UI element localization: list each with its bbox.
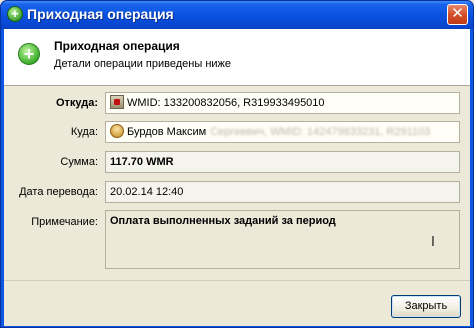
to-name: Бурдов Максим: [127, 126, 207, 138]
plus-circle-icon: +: [7, 6, 23, 22]
note-field[interactable]: Оплата выполненных заданий за период I: [105, 210, 460, 269]
to-redacted-details: Сергеевич, WMID: 142479833231, R291103: [210, 126, 431, 138]
operation-dialog: + Приходная операция ✕ + Приходная опера…: [0, 0, 474, 328]
user-icon: [110, 124, 124, 138]
header-title: Приходная операция: [54, 39, 180, 53]
wallet-icon: [110, 95, 124, 109]
window-title: Приходная операция: [27, 6, 174, 22]
amount-label: Сумма:: [60, 156, 98, 168]
note-label: Примечание:: [31, 216, 98, 228]
text-cursor-icon: I: [430, 233, 435, 250]
from-field[interactable]: WMID: 133200832056, R319933495010: [105, 92, 460, 114]
close-button[interactable]: Закрыть: [391, 295, 461, 318]
date-field[interactable]: 20.02.14 12:40: [105, 181, 460, 203]
dialog-header: + Приходная операция Детали операции при…: [4, 29, 470, 86]
window-close-button[interactable]: ✕: [447, 4, 468, 25]
from-label: Откуда:: [55, 97, 98, 109]
note-value: Оплата выполненных заданий за период: [110, 215, 336, 227]
header-subtitle: Детали операции приведены ниже: [54, 58, 232, 70]
dialog-footer: Закрыть: [4, 280, 470, 326]
amount-field[interactable]: 117.70 WMR: [105, 151, 460, 173]
dialog-body: + Приходная операция Детали операции при…: [4, 29, 470, 326]
date-label: Дата перевода:: [19, 186, 98, 198]
to-field[interactable]: Бурдов Максим Сергеевич, WMID: 1424798332…: [105, 121, 460, 143]
from-value: WMID: 133200832056, R319933495010: [127, 97, 325, 109]
title-bar[interactable]: + Приходная операция ✕: [1, 1, 473, 29]
plus-circle-icon: +: [18, 43, 40, 65]
operation-details: Откуда: WMID: 133200832056, R31993349501…: [4, 86, 470, 279]
to-label: Куда:: [70, 126, 98, 138]
